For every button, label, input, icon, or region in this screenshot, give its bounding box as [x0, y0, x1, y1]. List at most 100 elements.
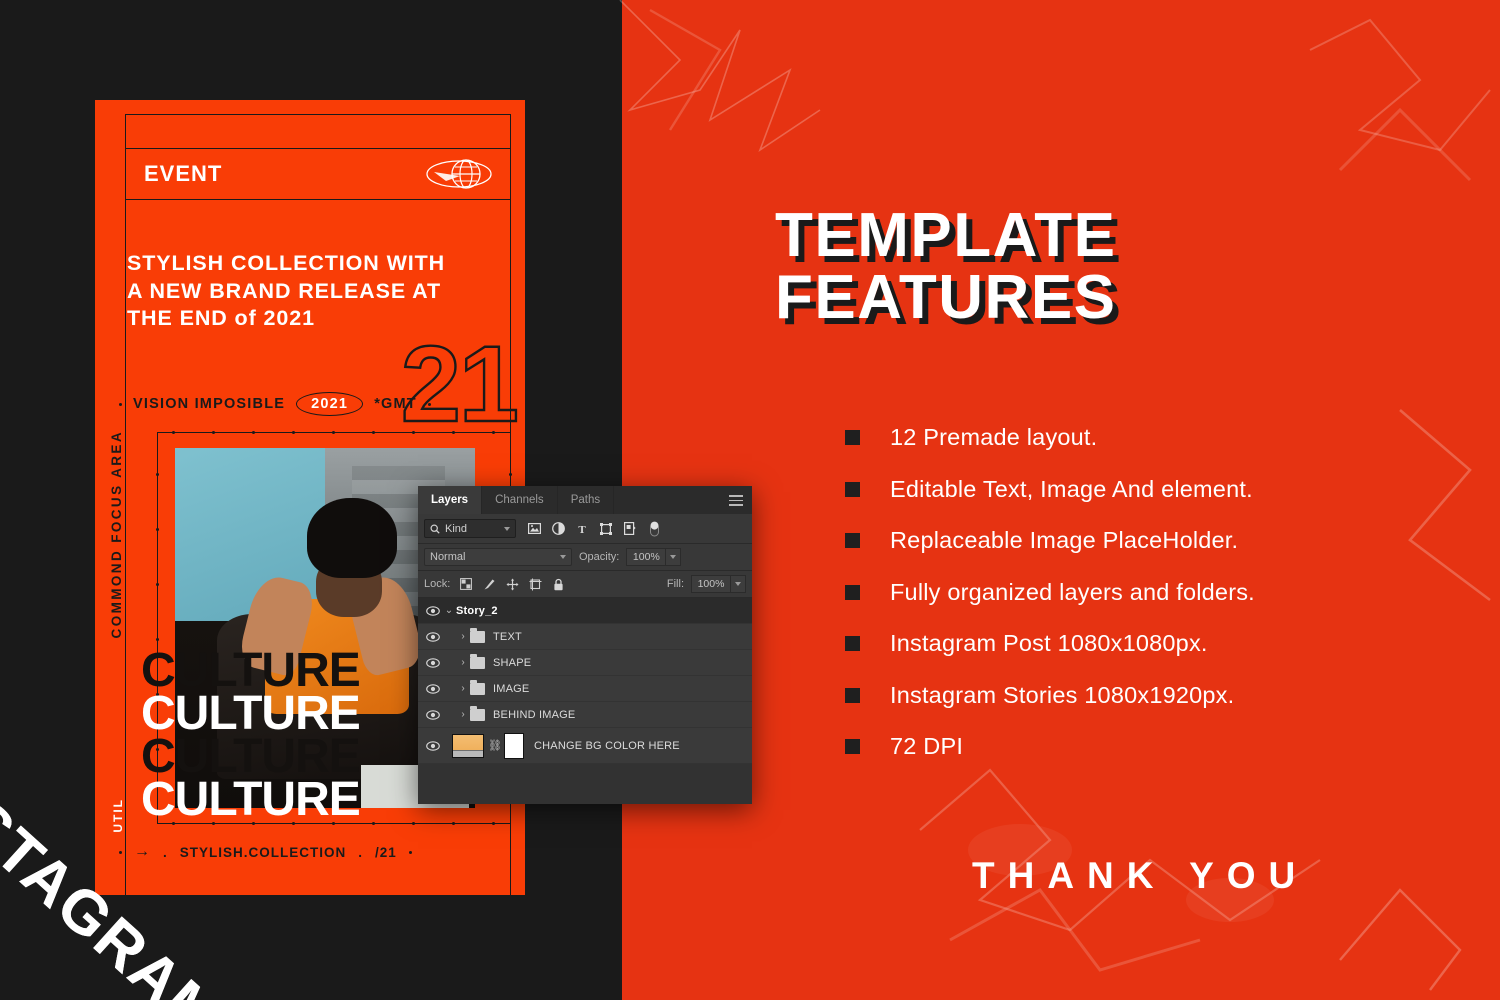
globe-icon — [426, 159, 492, 189]
eye-icon[interactable] — [424, 709, 442, 720]
lock-label: Lock: — [424, 578, 451, 590]
headline-line-2: A NEW BRAND RELEASE AT — [127, 278, 442, 303]
blend-mode-value: Normal — [430, 551, 466, 563]
eye-icon[interactable] — [424, 740, 442, 751]
adjustment-filter-icon[interactable] — [551, 522, 565, 536]
filter-toggle-icon[interactable] — [647, 521, 661, 536]
footer-label: STYLISH.COLLECTION — [179, 844, 347, 860]
dot-marker — [119, 402, 122, 406]
gradient-fill-thumbnail[interactable] — [452, 733, 484, 758]
arrow-right-icon: → — [134, 843, 151, 860]
opacity-value[interactable]: 100% — [626, 548, 667, 566]
layer-filter-bar: Kind T — [418, 514, 752, 544]
lock-transparent-pixels-icon[interactable] — [459, 577, 473, 591]
feature-label: Fully organized layers and folders. — [890, 578, 1255, 605]
bullet-square-icon — [845, 739, 860, 754]
opacity-chevron-down-icon[interactable] — [666, 548, 682, 566]
eye-icon[interactable] — [424, 657, 442, 668]
folder-icon — [470, 627, 485, 643]
features-list: 12 Premade layout. Editable Text, Image … — [845, 424, 1255, 785]
title-line-1: TEMPLATE — [775, 201, 1117, 270]
smart-object-filter-icon[interactable] — [623, 522, 637, 536]
vision-row: VISION IMPOSIBLE 2021 *GMT — [119, 392, 515, 416]
event-label: EVENT — [144, 161, 223, 186]
layer-row-behind-image[interactable]: › BEHIND IMAGE — [418, 702, 752, 728]
folder-icon — [470, 653, 485, 669]
blend-mode-dropdown[interactable]: Normal — [424, 548, 572, 566]
lock-position-icon[interactable] — [505, 577, 519, 591]
disclosure-collapsed-icon[interactable]: › — [456, 709, 470, 720]
fill-label: Fill: — [666, 578, 684, 590]
feature-label: Editable Text, Image And element. — [890, 475, 1253, 502]
fill-chevron-down-icon[interactable] — [731, 575, 746, 593]
layer-name: SHAPE — [493, 656, 532, 669]
disclosure-collapsed-icon[interactable]: › — [456, 657, 470, 668]
page-title: TEMPLATE FEATURES — [775, 205, 1117, 329]
feature-label: Replaceable Image PlaceHolder. — [890, 527, 1239, 553]
shape-filter-icon[interactable] — [599, 522, 613, 536]
poster-headline: STYLISH COLLECTION WITH A NEW BRAND RELE… — [127, 250, 515, 333]
eye-icon[interactable] — [424, 683, 442, 694]
title-line-2: FEATURES — [775, 263, 1117, 332]
layer-row-story-2[interactable]: ⌄ Story_2 — [418, 598, 752, 624]
text-filter-icon[interactable]: T — [575, 522, 589, 536]
bullet-square-icon — [845, 533, 860, 548]
filter-type-icons: T — [527, 521, 661, 536]
dot-marker — [408, 850, 412, 854]
year-badge: 2021 — [296, 392, 364, 416]
lock-artboard-nesting-icon[interactable] — [528, 577, 542, 591]
lock-all-icon[interactable] — [551, 577, 565, 591]
feature-label: 12 Premade layout. — [890, 424, 1098, 450]
link-mask-icon[interactable]: ⛓ — [488, 739, 502, 752]
layer-row-shape[interactable]: › SHAPE — [418, 650, 752, 676]
layer-name: IMAGE — [493, 682, 530, 695]
disclosure-expanded-icon[interactable]: ⌄ — [442, 605, 456, 616]
fill-value[interactable]: 100% — [691, 575, 731, 593]
eye-icon[interactable] — [424, 631, 442, 642]
layer-mask-thumbnail[interactable] — [504, 732, 524, 759]
feature-label: Instagram Stories 1080x1920px. — [890, 681, 1235, 708]
opacity-label: Opacity: — [579, 551, 620, 563]
bullet-square-icon — [845, 687, 860, 703]
image-filter-icon[interactable] — [527, 522, 541, 536]
list-item: Instagram Post 1080x1080px. — [845, 630, 1255, 657]
svg-text:T: T — [578, 524, 586, 535]
footer-dot: . — [163, 844, 168, 860]
layer-list: ⌄ Story_2 › TEXT › SHAPE › IMAGE › BEHIN… — [418, 598, 752, 764]
vertical-focus-area-label: COMMOND FOCUS AREA — [109, 430, 124, 639]
hamburger-menu-icon[interactable] — [729, 495, 743, 506]
bullet-square-icon — [845, 481, 860, 497]
poster-preview-page: EVENT STYLISH COLLECTION WITH A NEW BRAN… — [0, 0, 1500, 1000]
lock-image-pixels-icon[interactable] — [482, 577, 496, 591]
poster-footer-row: → . STYLISH.COLLECTION . /21 — [119, 843, 515, 861]
list-item: Editable Text, Image And element. — [845, 476, 1255, 503]
layer-name: Story_2 — [456, 604, 498, 617]
eye-icon[interactable] — [424, 605, 442, 616]
bullet-square-icon — [845, 584, 860, 600]
tab-channels[interactable]: Channels — [482, 486, 558, 514]
tab-layers[interactable]: Layers — [418, 486, 483, 514]
layer-name: TEXT — [493, 630, 522, 643]
vertical-util-label: UTIL — [111, 798, 125, 833]
layer-row-text[interactable]: › TEXT — [418, 624, 752, 650]
filter-kind-dropdown[interactable]: Kind — [424, 519, 516, 538]
headline-line-1: STYLISH COLLECTION WITH — [127, 251, 446, 275]
folder-icon — [470, 679, 485, 695]
feature-label: 72 DPI — [890, 733, 964, 759]
list-item: Instagram Stories 1080x1920px. — [845, 682, 1255, 709]
photoshop-layers-panel[interactable]: Layers Channels Paths Kind T Normal Opac… — [418, 486, 752, 804]
disclosure-collapsed-icon[interactable]: › — [456, 631, 470, 642]
lock-bar: Lock: Fill: 100% — [418, 571, 752, 598]
thank-you-text: THANK YOU — [972, 855, 1309, 896]
filter-kind-label: Kind — [445, 522, 468, 535]
layer-row-change-bg-color[interactable]: ⛓ CHANGE BG COLOR HERE — [418, 728, 752, 764]
layer-name: CHANGE BG COLOR HERE — [534, 739, 680, 752]
layer-row-image[interactable]: › IMAGE — [418, 676, 752, 702]
dot-marker — [119, 850, 122, 854]
folder-icon — [470, 705, 485, 721]
tab-paths[interactable]: Paths — [558, 486, 615, 514]
disclosure-collapsed-icon[interactable]: › — [456, 683, 470, 694]
footer-slash-label: /21 — [375, 844, 397, 860]
chevron-down-icon — [560, 555, 566, 559]
event-header-box: EVENT — [125, 148, 511, 200]
